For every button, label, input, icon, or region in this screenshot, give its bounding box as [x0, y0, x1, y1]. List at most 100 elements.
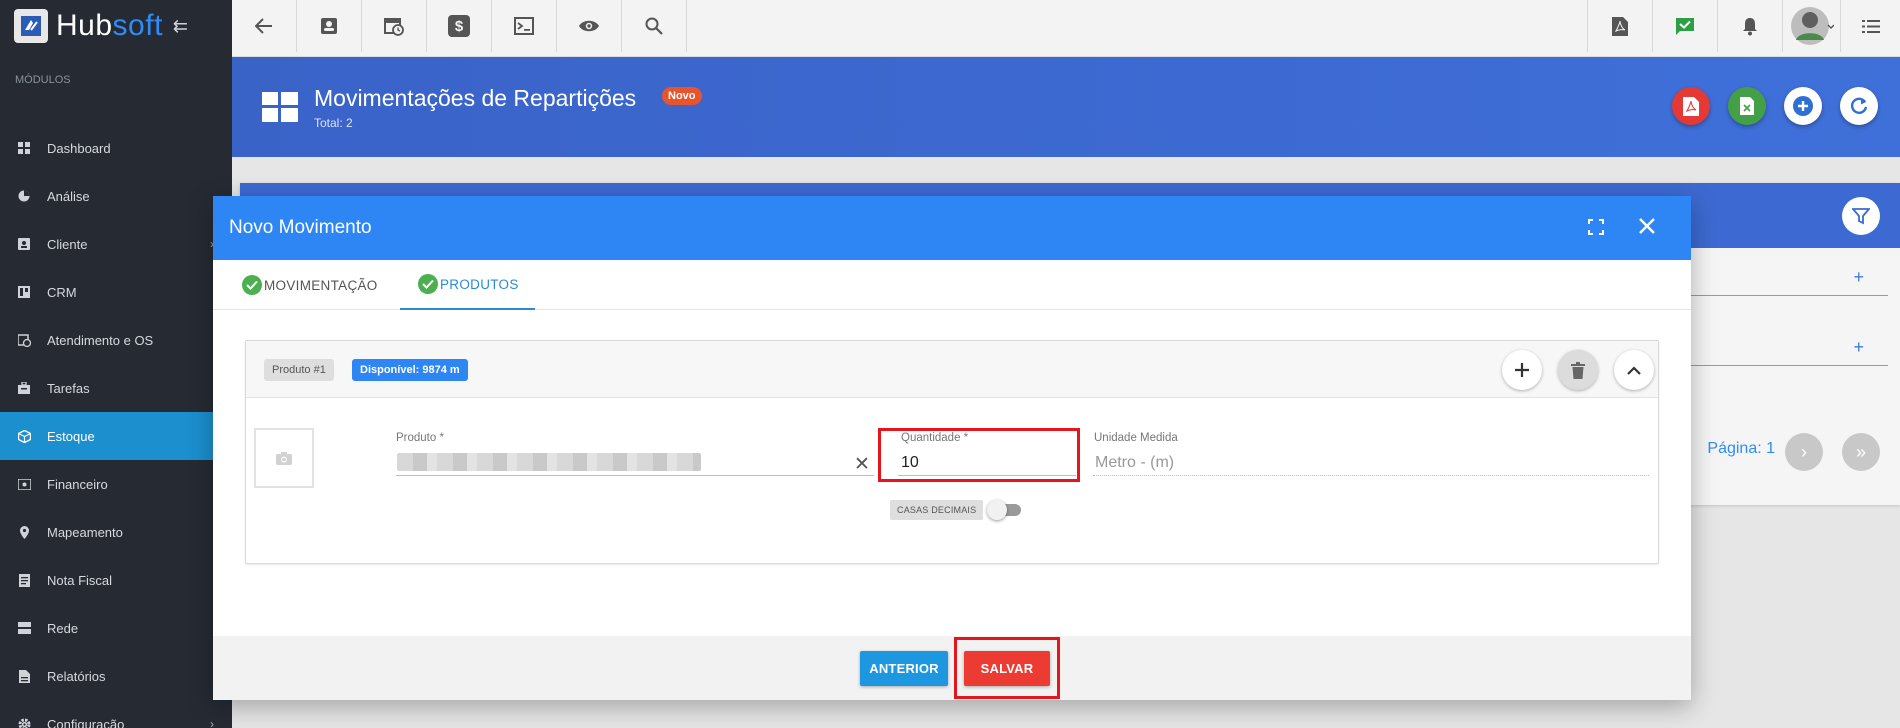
menu-list-icon	[1861, 19, 1880, 33]
document-icon	[17, 573, 31, 587]
new-badge: Novo	[662, 87, 702, 105]
bell-icon	[1743, 17, 1757, 35]
quantidade-underline	[898, 475, 1076, 476]
sidebar-item-estoque[interactable]: Estoque	[0, 412, 232, 460]
sidebar-item-tarefas[interactable]: Tarefas	[0, 364, 232, 412]
chevron-up-icon	[1627, 365, 1641, 375]
pdf-icon	[1612, 16, 1628, 36]
toggle-knob	[987, 500, 1007, 520]
map-pin-icon	[17, 525, 31, 539]
back-button[interactable]	[232, 0, 297, 52]
filter-icon	[1852, 208, 1870, 225]
close-icon[interactable]	[1637, 216, 1657, 236]
previous-button[interactable]: ANTERIOR	[860, 651, 948, 686]
sidebar-item-mapeamento[interactable]: Mapeamento	[0, 508, 232, 556]
svg-text:$: $	[455, 18, 464, 35]
add-filter-plus-icon[interactable]: +	[1853, 267, 1864, 288]
user-menu-button[interactable]	[1782, 0, 1840, 52]
sidebar-item-label: Análise	[47, 188, 90, 204]
tab-movimentacao[interactable]: MOVIMENTAÇÃO	[242, 260, 378, 310]
sidebar-item-label: Mapeamento	[47, 524, 123, 540]
tab-label: MOVIMENTAÇÃO	[264, 277, 378, 293]
sidebar-item-label: Financeiro	[47, 476, 108, 492]
add-button[interactable]	[1784, 87, 1822, 125]
sidebar-item-label: Tarefas	[47, 380, 90, 396]
add-filter-plus-icon[interactable]: +	[1853, 337, 1864, 358]
sidebar-item-label: Dashboard	[47, 140, 111, 156]
sidebar-item-label: CRM	[47, 284, 77, 300]
sidebar-item-label: Cliente	[47, 236, 88, 252]
sidebar: Hubsoft ⇇ MÓDULOS Dashboard Análise Clie…	[0, 0, 232, 728]
delete-product-button[interactable]	[1558, 350, 1598, 390]
contacts-button[interactable]	[297, 0, 362, 52]
collapse-sidebar-icon[interactable]: ⇇	[173, 16, 188, 37]
next-page-button[interactable]: ›	[1785, 433, 1823, 471]
board-icon	[17, 285, 31, 299]
eye-icon	[579, 20, 599, 32]
view-button[interactable]	[557, 0, 622, 52]
modal-tabs: MOVIMENTAÇÃO PRODUTOS	[213, 260, 1691, 310]
notifications-button[interactable]	[1717, 0, 1782, 52]
sidebar-item-nota-fiscal[interactable]: Nota Fiscal	[0, 556, 232, 604]
modules-section-label: MÓDULOS	[15, 74, 71, 86]
calendar-icon	[384, 18, 404, 36]
hubsoft-logo-icon	[14, 9, 48, 43]
tab-label: PRODUTOS	[440, 276, 519, 292]
terminal-button[interactable]	[492, 0, 557, 52]
trash-icon	[1571, 361, 1585, 379]
terminal-icon	[514, 17, 534, 35]
produto-field[interactable]	[397, 453, 701, 471]
collapse-product-button[interactable]	[1614, 350, 1654, 390]
export-pdf-button[interactable]	[1672, 87, 1710, 125]
refresh-icon	[1850, 97, 1868, 114]
clear-produto-icon[interactable]: ✕	[854, 453, 870, 476]
tab-produtos[interactable]: PRODUTOS	[400, 260, 535, 310]
sidebar-item-configuracao[interactable]: Configuração ›	[0, 700, 232, 728]
field-underline	[1688, 365, 1888, 366]
produto-underline	[396, 475, 874, 476]
product-photo-placeholder[interactable]	[254, 428, 314, 488]
sidebar-item-dashboard[interactable]: Dashboard	[0, 124, 232, 172]
sidebar-item-crm[interactable]: CRM	[0, 268, 232, 316]
refresh-button[interactable]	[1840, 87, 1878, 125]
search-icon	[645, 17, 663, 35]
save-button[interactable]: SALVAR	[964, 651, 1050, 686]
sidebar-item-cliente[interactable]: Cliente ›	[0, 220, 232, 268]
sidebar-item-label: Configuração	[47, 716, 125, 728]
finance-button[interactable]: $	[427, 0, 492, 52]
dollar-icon: $	[448, 15, 470, 37]
briefcase-icon	[17, 381, 31, 395]
product-card: Produto #1 Disponível: 9874 m Produto * …	[245, 340, 1659, 564]
calendar-button[interactable]	[362, 0, 427, 52]
gear-icon	[17, 717, 31, 728]
chevron-right-icon: ›	[210, 717, 214, 728]
pie-chart-icon	[17, 189, 31, 203]
quantidade-input[interactable]: 10	[901, 454, 919, 472]
fullscreen-icon[interactable]	[1587, 218, 1605, 236]
add-product-button[interactable]	[1502, 350, 1542, 390]
sidebar-item-relatorios[interactable]: Relatórios	[0, 652, 232, 700]
total-count: Total: 2	[314, 116, 353, 130]
sidebar-item-rede[interactable]: Rede	[0, 604, 232, 652]
top-toolbar: $	[232, 0, 1900, 57]
sidebar-item-financeiro[interactable]: Financeiro	[0, 460, 232, 508]
available-stock-badge: Disponível: 9874 m	[352, 359, 468, 381]
menu-list-button[interactable]	[1840, 0, 1900, 52]
pdf-button[interactable]	[1587, 0, 1652, 52]
page-header: Movimentações de Repartições Novo Total:…	[232, 57, 1900, 157]
export-spreadsheet-button[interactable]	[1728, 87, 1766, 125]
new-movement-modal: Novo Movimento MOVIMENTAÇÃO PRODUTOS Pro…	[213, 196, 1691, 700]
sidebar-item-analise[interactable]: Análise	[0, 172, 232, 220]
messages-button[interactable]	[1652, 0, 1717, 52]
modal-header: Novo Movimento	[213, 196, 1691, 260]
last-page-button[interactable]: »	[1842, 433, 1880, 471]
sidebar-item-atendimento[interactable]: Atendimento e OS	[0, 316, 232, 364]
filter-button[interactable]	[1842, 197, 1880, 235]
casas-decimais-toggle[interactable]	[987, 500, 1021, 520]
unidade-medida-label: Unidade Medida	[1094, 432, 1178, 444]
add-icon	[1793, 96, 1813, 116]
sidebar-item-label: Estoque	[47, 428, 95, 444]
sidebar-item-label: Nota Fiscal	[47, 572, 113, 588]
quantidade-label: Quantidade *	[901, 432, 969, 444]
search-button[interactable]	[622, 0, 687, 52]
